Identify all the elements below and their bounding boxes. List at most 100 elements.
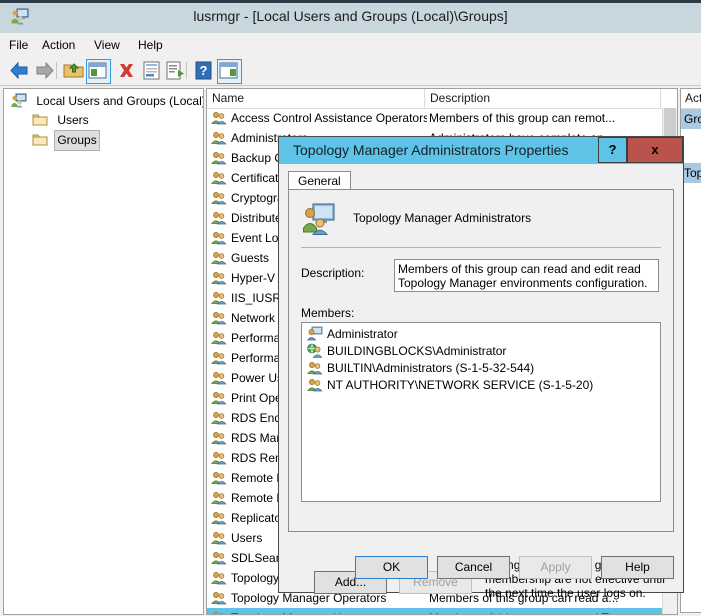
group-icon xyxy=(307,377,323,392)
member-list-item[interactable]: BUILTIN\Administrators (S-1-5-32-544) xyxy=(302,360,660,377)
group-name-cell: Topology Manager Users xyxy=(211,608,427,614)
group-icon xyxy=(211,330,227,345)
action-item-topology-manager-administrators[interactable]: Topology Manager Administrators xyxy=(681,163,701,183)
group-icon xyxy=(211,450,227,465)
group-icon xyxy=(211,110,227,125)
group-icon xyxy=(211,150,227,165)
folder-icon xyxy=(32,132,48,147)
menu-action[interactable]: Action xyxy=(37,37,80,53)
properties-icon[interactable] xyxy=(140,59,163,82)
dialog-tabstrip: General xyxy=(288,171,674,190)
group-icon xyxy=(211,570,227,585)
description-field[interactable]: Members of this group can read and edit … xyxy=(394,259,659,292)
general-tab-panel: Topology Manager Administrators Descript… xyxy=(288,189,674,600)
menubar: File Action View Help xyxy=(0,33,701,57)
group-icon xyxy=(307,360,323,375)
dialog-help-button[interactable]: ? xyxy=(598,137,627,163)
toolbar-separator xyxy=(56,62,57,79)
member-list-item[interactable]: Administrator xyxy=(302,326,660,343)
column-header-description[interactable]: Description xyxy=(425,89,661,108)
domain-user-icon xyxy=(307,343,323,358)
folder-icon xyxy=(32,112,48,127)
member-name: BUILDINGBLOCKS\Administrator xyxy=(327,344,507,358)
group-icon xyxy=(211,490,227,505)
member-list-item[interactable]: BUILDINGBLOCKS\Administrator xyxy=(302,343,660,360)
dialog-help-button-bottom[interactable]: Help xyxy=(601,556,674,579)
member-name: NT AUTHORITY\NETWORK SERVICE (S-1-5-20) xyxy=(327,378,594,392)
list-column-header: Name Description xyxy=(207,89,677,109)
group-icon xyxy=(211,590,227,605)
members-listbox[interactable]: Administrator BUILDINGBLOCKS\Administrato… xyxy=(301,322,661,502)
group-icon xyxy=(211,610,227,614)
member-list-item[interactable]: NT AUTHORITY\NETWORK SERVICE (S-1-5-20) xyxy=(302,377,660,394)
action-item-groups[interactable]: Groups xyxy=(681,109,701,129)
actions-pane-header: Actions xyxy=(681,89,701,109)
group-icon xyxy=(211,550,227,565)
sidebar-item-groups-label: Groups xyxy=(54,130,100,151)
lusrmgr-window: lusrmgr - [Local Users and Groups (Local… xyxy=(0,0,701,616)
console-tree-pane: Local Users and Groups (Local) Users Gro… xyxy=(3,88,204,615)
member-name: Administrator xyxy=(327,327,398,341)
member-name: BUILTIN\Administrators (S-1-5-32-544) xyxy=(327,361,535,375)
group-icon xyxy=(211,130,227,145)
group-name-text: Guests xyxy=(231,251,270,265)
show-tree-icon[interactable] xyxy=(86,59,111,84)
group-icon xyxy=(211,430,227,445)
group-icon xyxy=(211,510,227,525)
help-icon[interactable]: ? xyxy=(192,59,215,82)
group-icon xyxy=(211,230,227,245)
group-name-cell: Access Control Assistance Operators xyxy=(211,108,427,128)
local-user-icon xyxy=(307,326,323,341)
description-label: Description: xyxy=(301,266,365,280)
group-icon xyxy=(211,270,227,285)
group-icon xyxy=(211,250,227,265)
apply-button: Apply xyxy=(519,556,592,579)
group-icon xyxy=(211,170,227,185)
menu-view[interactable]: View xyxy=(89,37,125,53)
dialog-titlebar[interactable]: Topology Manager Administrators Properti… xyxy=(279,137,683,164)
menu-help[interactable]: Help xyxy=(133,37,168,53)
dialog-divider xyxy=(301,247,661,248)
toolbar: ? xyxy=(0,56,701,86)
column-header-name[interactable]: Name xyxy=(207,89,425,108)
group-icon xyxy=(211,310,227,325)
group-icon xyxy=(211,470,227,485)
window-title: lusrmgr - [Local Users and Groups (Local… xyxy=(193,8,508,24)
group-name-text: Replicator xyxy=(231,511,286,525)
back-icon[interactable] xyxy=(8,59,31,82)
menu-file[interactable]: File xyxy=(4,37,33,53)
show-action-pane-icon[interactable] xyxy=(217,59,242,84)
sidebar-item-users-label: Users xyxy=(57,113,89,127)
group-icon xyxy=(211,530,227,545)
actions-pane-spacer xyxy=(681,129,701,163)
tree-root-label: Local Users and Groups (Local) xyxy=(36,94,204,108)
group-name-text: Users xyxy=(231,531,263,545)
group-properties-dialog: Topology Manager Administrators Properti… xyxy=(278,136,684,600)
table-row[interactable]: Topology Manager Users Members of this gr… xyxy=(207,608,677,614)
members-label: Members: xyxy=(301,306,355,320)
ok-button[interactable]: OK xyxy=(355,556,428,579)
export-list-icon[interactable] xyxy=(164,59,187,82)
delete-icon[interactable] xyxy=(115,59,138,82)
computer-users-icon xyxy=(11,93,27,108)
up-folder-icon[interactable] xyxy=(62,59,85,82)
group-icon xyxy=(211,190,227,205)
table-row[interactable]: Access Control Assistance Operators Membe… xyxy=(207,108,677,128)
sidebar-item-groups[interactable]: Groups xyxy=(4,130,203,151)
group-icon xyxy=(211,210,227,225)
sidebar-item-users[interactable]: Users xyxy=(4,111,203,130)
svg-text:?: ? xyxy=(200,63,208,78)
group-description-cell: Members of this group can remot... xyxy=(429,111,616,125)
group-name-label: Topology Manager Administrators xyxy=(353,211,532,225)
group-icon xyxy=(211,290,227,305)
group-name-text: Topology Manager Users xyxy=(231,611,364,614)
cancel-button[interactable]: Cancel xyxy=(437,556,510,579)
close-icon[interactable]: x xyxy=(627,137,683,163)
titlebar-accent xyxy=(0,0,701,3)
tree-root-local-users-and-groups[interactable]: Local Users and Groups (Local) xyxy=(4,89,203,111)
dialog-title: Topology Manager Administrators Properti… xyxy=(293,142,569,158)
group-name-text: Access Control Assistance Operators xyxy=(231,111,427,125)
tab-general[interactable]: General xyxy=(288,171,351,190)
group-icon xyxy=(211,410,227,425)
group-icon xyxy=(211,370,227,385)
